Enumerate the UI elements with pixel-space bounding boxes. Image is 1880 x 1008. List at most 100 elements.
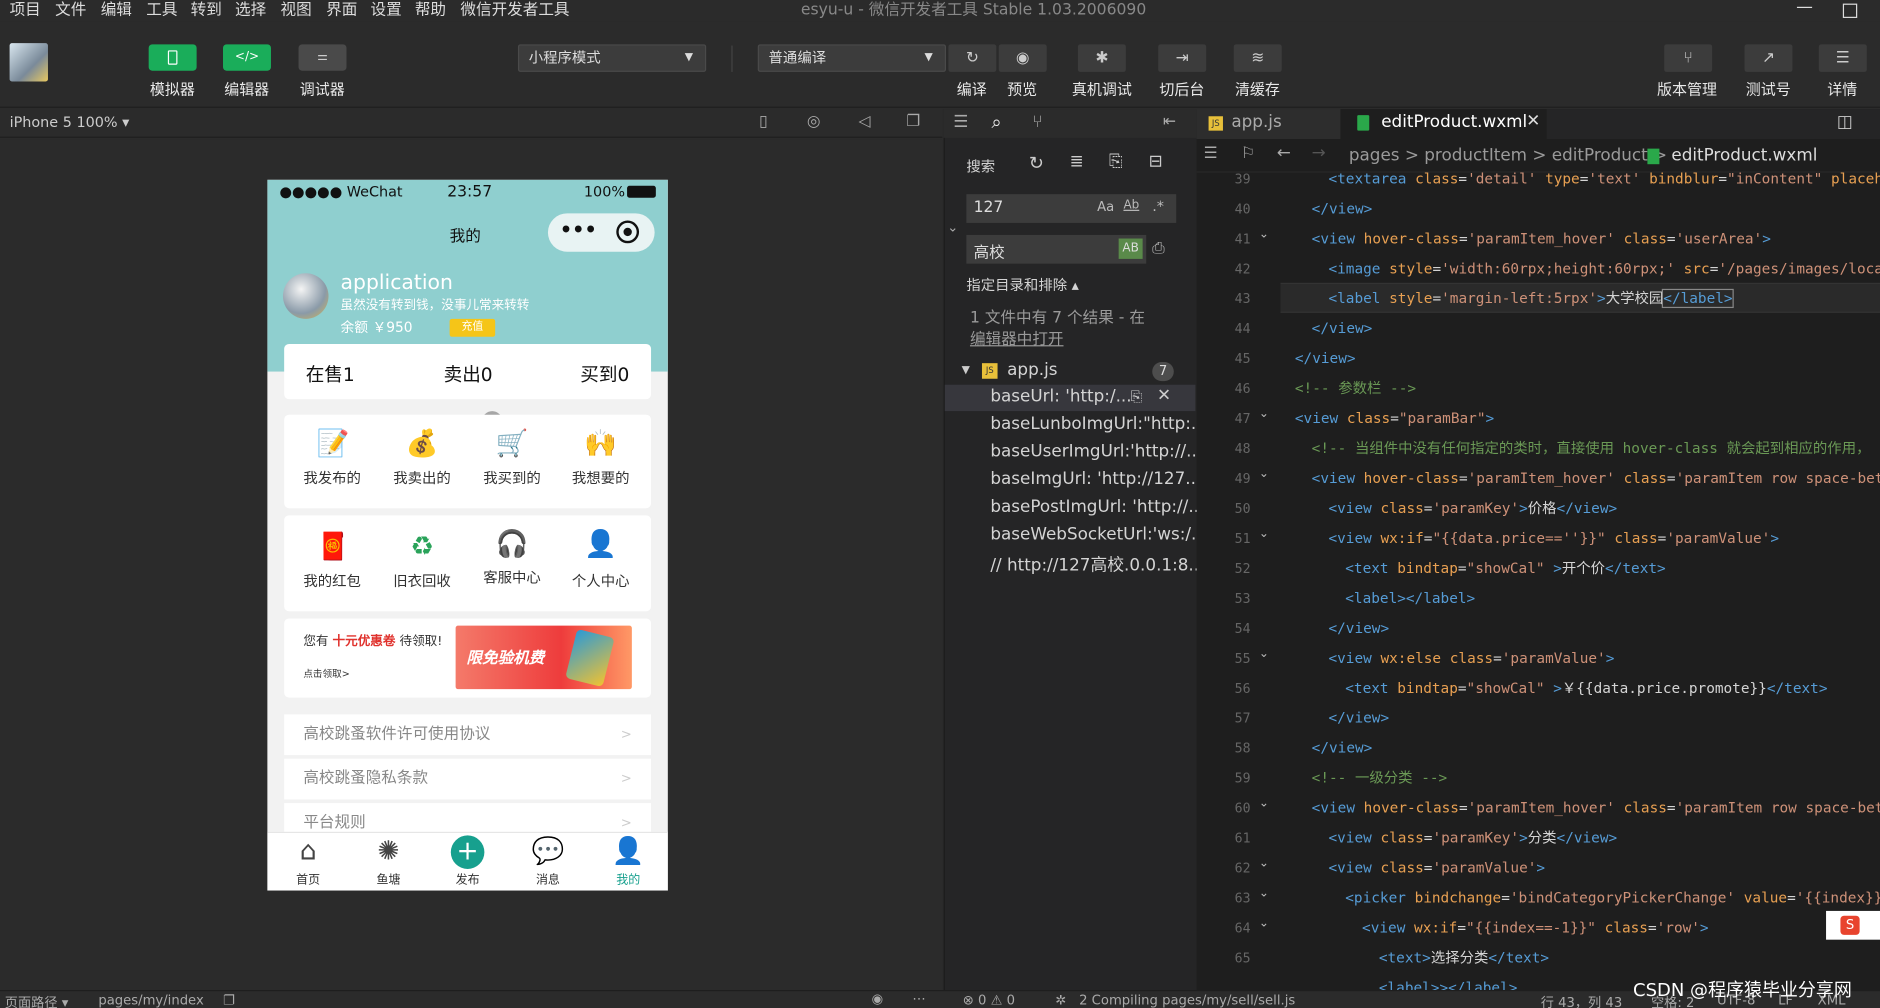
menu-select[interactable]: 选择 [235,0,266,20]
remote-debug-button[interactable]: ✱ [1077,44,1126,72]
breadcrumb-file[interactable]: editProduct.wxml [1671,146,1817,165]
background-button[interactable]: ⇥ [1158,44,1207,72]
fold-chevron-icon[interactable]: ⌄ [1259,857,1269,870]
fold-chevron-icon[interactable]: ⌄ [1259,408,1269,421]
match-case-icon[interactable]: Aa [1097,199,1114,215]
result-item[interactable]: baseLunboImgUrl:"http:... [990,415,1207,434]
maximize-icon[interactable] [1842,3,1858,18]
tab-app-js[interactable]: JS app.js [1196,109,1341,140]
cursor-position[interactable]: 行 43，列 43 [1541,992,1623,1008]
version-button[interactable]: ⑂ [1664,44,1713,72]
bookmark-icon[interactable]: ⚐ [1241,145,1255,163]
search-icon[interactable]: ⌕ [992,111,1002,133]
source-control-icon[interactable]: ⑂ [1032,113,1042,132]
more-icon[interactable]: ⋯ [912,991,925,1007]
files-filter-toggle[interactable]: 指定目录和排除 ▴ [966,274,1079,294]
grid-item-profile[interactable]: 个人中心 [572,571,630,591]
list-item-license[interactable]: 高校跳蚤软件许可使用协议 > [284,714,652,756]
popout-icon[interactable]: ❐ [906,113,920,131]
grid-item-published[interactable]: 我发布的 [303,467,361,487]
compile-button[interactable]: ↻ [948,44,997,72]
coupon-card[interactable]: 您有 十元优惠卷 待领取! 点击领取> 限免验机费 [284,618,652,698]
grid-item-wanted[interactable]: 我想要的 [572,467,630,487]
menu-goto[interactable]: 转到 [191,0,222,20]
clear-cache-button[interactable]: ≋ [1233,44,1282,72]
avatar[interactable] [282,273,329,319]
menu-help[interactable]: 帮助 [415,0,446,20]
promo-banner[interactable]: 限免验机费 [455,625,632,690]
preserve-case-icon[interactable]: AB [1118,238,1143,259]
problems-counter[interactable]: ⊗ 0 ⚠ 0 [963,992,1015,1008]
fold-chevron-icon[interactable]: ⌄ [1259,228,1269,241]
menu-settings[interactable]: 设置 [370,0,401,20]
editor-button[interactable]: </> [223,44,271,71]
eye-icon[interactable]: ◉ [872,991,884,1007]
menu-tools[interactable]: 工具 [146,0,177,20]
phone-icon[interactable]: ▯ [759,113,768,131]
grid-item-sold[interactable]: 我卖出的 [393,467,451,487]
collapse-panel-icon[interactable]: ⇤ [1163,113,1176,131]
result-file-name[interactable]: app.js [1007,361,1057,380]
debugger-button[interactable]: ⚌ [298,44,347,71]
chevron-down-icon[interactable]: ▼ [962,364,970,376]
menu-interface[interactable]: 界面 [326,0,357,20]
compile-select[interactable]: 普通编译 ▼ [757,44,946,72]
grid-item-red-packet[interactable]: 我的红包 [303,571,361,591]
tab-publish[interactable]: + 发布 [438,835,498,887]
result-item[interactable]: // http://127高校.0.0.1:8... [990,553,1204,577]
coupon-claim-link[interactable]: 点击领取> [303,668,349,681]
outline-icon[interactable]: ☰ [1204,145,1218,163]
menu-view[interactable]: 视图 [281,0,312,20]
result-item[interactable]: baseUserImgUrl:'http://... [990,442,1202,461]
explorer-icon[interactable]: ☰ [953,113,968,132]
replace-all-icon[interactable]: ⎙ [1152,240,1164,258]
open-in-editor-link[interactable]: 编辑器中打开 [970,326,1064,349]
forward-icon[interactable]: → [1312,144,1326,163]
stat-bought[interactable]: 买到0 [580,361,629,387]
page-path-toggle[interactable]: 页面路径 ▾ [5,992,69,1008]
stat-sold[interactable]: 卖出0 [444,361,493,387]
simulator-button[interactable] [148,44,197,71]
list-item-privacy[interactable]: 高校跳蚤隐私条款 > [284,758,652,800]
mode-select[interactable]: 小程序模式 ▼ [517,44,707,72]
grid-item-recycle[interactable]: 旧衣回收 [393,571,451,591]
refresh-icon[interactable]: ↻ [1029,152,1044,174]
tab-home[interactable]: ⌂ 首页 [278,835,338,887]
test-button[interactable]: ↗ [1744,44,1793,72]
whole-word-icon[interactable]: Ab [1123,199,1139,212]
search-input[interactable]: 127 Aa Ab .* [966,194,1177,223]
close-icon[interactable]: ✕ [1526,111,1540,130]
result-item[interactable]: baseWebSocketUrl:'ws:/... [990,525,1207,544]
menu-edit[interactable]: 编辑 [101,0,132,20]
fold-chevron-icon[interactable]: ⌄ [1259,887,1269,900]
breadcrumb-path[interactable]: pages > productItem > editProduct > [1349,146,1667,165]
grid-item-bought[interactable]: 我买到的 [483,467,541,487]
tab-mine[interactable]: 👤 我的 [598,835,658,887]
back-icon[interactable]: ← [1277,144,1291,163]
menu-wechat-devtools[interactable]: 微信开发者工具 [460,0,569,20]
fold-chevron-icon[interactable]: ⌄ [1259,527,1269,540]
minimize-icon[interactable]: — [1796,0,1813,17]
tab-pond[interactable]: ✺ 鱼塘 [358,835,418,887]
split-editor-icon[interactable]: ◫ [1837,113,1853,132]
recharge-button[interactable]: 充值 [449,318,496,337]
tab-edit-product-wxml[interactable]: editProduct.wxml ✕ [1340,109,1547,140]
avatar[interactable] [9,43,48,82]
replace-one-icon[interactable]: ⎘ [1131,388,1143,406]
result-item[interactable]: basePostImgUrl: 'http://... [990,497,1204,516]
page-path[interactable]: pages/my/index [98,992,203,1008]
result-item[interactable]: baseUrl: 'http:/... [990,387,1131,406]
result-item[interactable]: baseImgUrl: 'http://127... [990,470,1201,489]
fold-chevron-icon[interactable]: ⌄ [1259,797,1269,810]
new-search-editor-icon[interactable]: ⎘ [1109,152,1122,171]
close-icon[interactable]: ✕ [1157,386,1171,405]
ime-indicator[interactable]: S [1826,910,1880,940]
capsule-menu[interactable]: ••• [547,213,655,252]
menu-file[interactable]: 文件 [55,0,86,20]
replace-input[interactable]: 高校 AB [966,234,1147,264]
grid-item-service[interactable]: 客服中心 [483,567,541,587]
record-icon[interactable]: ◎ [807,113,821,131]
close-circle-icon[interactable] [616,220,640,244]
device-select[interactable]: iPhone 5 100% ▾ [10,114,130,131]
tab-messages[interactable]: 💬 消息 [518,835,578,887]
